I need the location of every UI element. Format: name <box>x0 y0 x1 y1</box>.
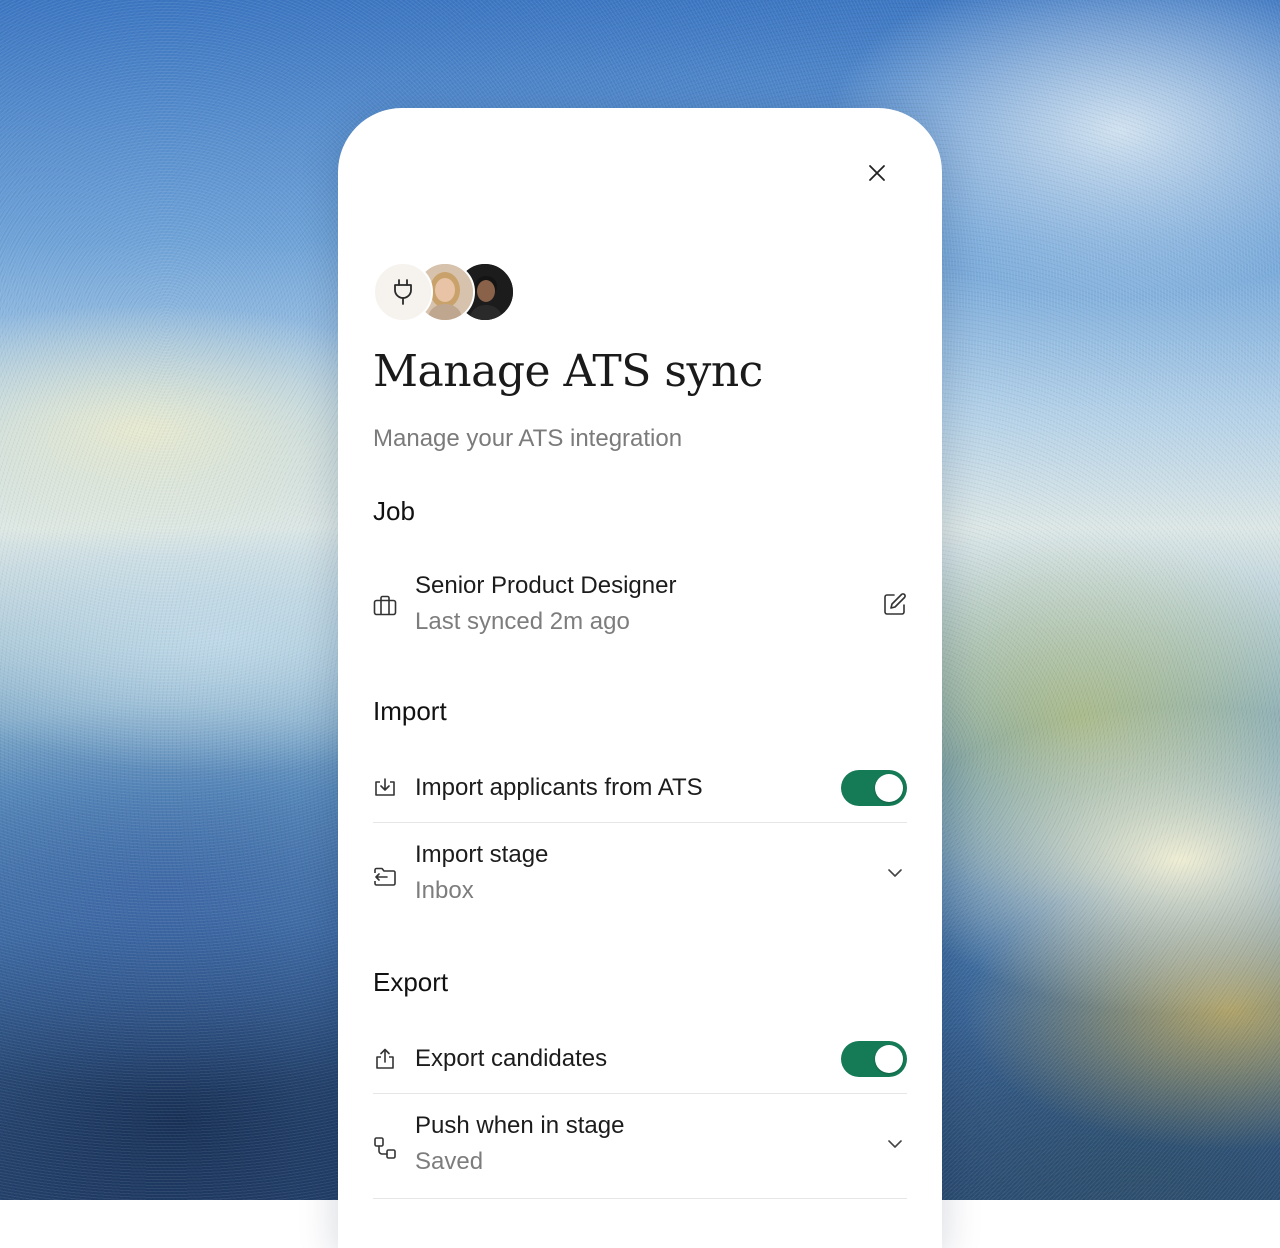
divider <box>373 822 907 823</box>
section-heading-import: Import <box>373 696 447 726</box>
export-candidates-row: Export candidates <box>373 1039 907 1079</box>
push-stage-value: Saved <box>415 1148 484 1175</box>
export-candidates-toggle[interactable] <box>841 1041 907 1077</box>
export-icon <box>376 1048 394 1069</box>
edit-job-button[interactable] <box>883 592 907 621</box>
job-title: Senior Product Designer <box>415 572 677 599</box>
briefcase-icon <box>373 595 397 616</box>
import-icon <box>375 778 395 796</box>
import-stage-value: Inbox <box>415 877 474 904</box>
job-row: Senior Product Designer Last synced 2m a… <box>373 570 907 640</box>
import-applicants-row: Import applicants from ATS <box>373 768 907 808</box>
chevron-down-icon <box>888 869 902 877</box>
page-subtitle: Manage your ATS integration <box>373 425 683 452</box>
import-applicants-toggle[interactable] <box>841 770 907 806</box>
toggle-knob <box>875 1045 903 1073</box>
job-sync-status: Last synced 2m ago <box>415 608 630 635</box>
ats-sync-panel: Manage ATS sync Manage your ATS integrat… <box>338 108 942 1248</box>
integration-avatar <box>373 262 433 322</box>
section-heading-export: Export <box>373 967 449 997</box>
import-stage-select[interactable]: Import stage Inbox <box>373 841 907 911</box>
section-heading-job: Job <box>373 496 415 526</box>
import-applicants-label: Import applicants from ATS <box>415 774 703 801</box>
push-stage-select[interactable]: Push when in stage Saved <box>373 1112 907 1182</box>
import-stage-label: Import stage <box>415 841 549 868</box>
edit-icon <box>884 593 906 615</box>
workflow-icon <box>374 1137 396 1159</box>
close-button[interactable] <box>862 158 892 188</box>
toggle-knob <box>875 774 903 802</box>
export-candidates-label: Export candidates <box>415 1045 608 1072</box>
divider <box>373 1093 907 1094</box>
folder-move-icon <box>374 867 396 886</box>
close-icon <box>869 165 885 181</box>
push-stage-label: Push when in stage <box>415 1112 625 1139</box>
chevron-down-icon <box>888 1140 902 1148</box>
page-title: Manage ATS sync <box>373 346 763 397</box>
divider <box>373 1198 907 1199</box>
plug-icon <box>394 279 412 305</box>
